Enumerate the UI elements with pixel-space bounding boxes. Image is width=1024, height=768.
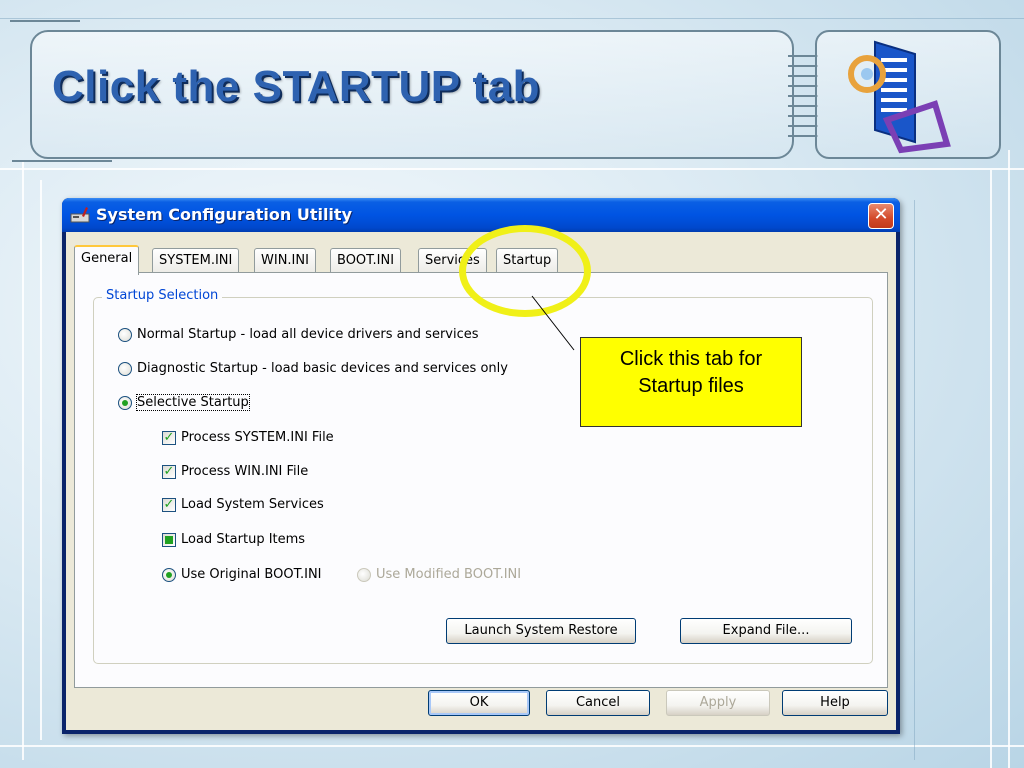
callout-note: Click this tab for Startup files: [580, 337, 802, 427]
callout-leader-line: [531, 295, 575, 351]
callout-line-1: Click this tab for: [619, 348, 763, 370]
tab-general[interactable]: General: [74, 245, 140, 275]
callout-line-2: Startup files: [638, 375, 744, 397]
